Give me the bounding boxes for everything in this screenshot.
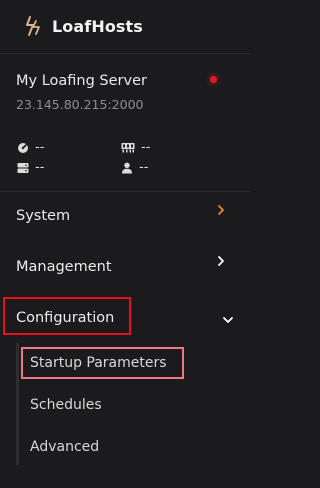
divider: [0, 53, 251, 54]
stat-memory: --: [121, 140, 150, 155]
startup-parameters-highlight-box: [21, 347, 184, 379]
nav-item-system[interactable]: System: [16, 208, 70, 224]
brand[interactable]: LoafHosts: [24, 12, 143, 40]
brand-name: LoafHosts: [52, 16, 143, 36]
bolt-logo-icon: [24, 15, 46, 37]
subnav-rail: [16, 343, 19, 465]
stat-players: --: [121, 160, 148, 175]
nav-item-management[interactable]: Management: [16, 259, 112, 275]
stat-cpu: --: [17, 140, 44, 155]
storage-icon: [17, 162, 29, 174]
stat-cpu-value: --: [35, 140, 45, 155]
stat-memory-value: --: [141, 140, 151, 155]
subnav-item-advanced[interactable]: Advanced: [30, 439, 99, 455]
subnav-item-schedules[interactable]: Schedules: [30, 397, 102, 413]
server-name: My Loafing Server: [16, 73, 147, 89]
user-icon: [121, 162, 133, 174]
memory-icon: [121, 142, 135, 153]
stat-storage: --: [17, 160, 44, 175]
divider: [0, 191, 251, 192]
server-address[interactable]: 23.145.80.215:2000: [16, 97, 143, 112]
chevron-right-icon[interactable]: [214, 203, 228, 217]
server-status-dot: [210, 76, 217, 83]
chevron-down-icon[interactable]: [221, 313, 235, 327]
chevron-right-icon[interactable]: [214, 254, 228, 268]
gauge-icon: [17, 142, 29, 154]
stat-storage-value: --: [35, 160, 45, 175]
configuration-highlight-box: [3, 297, 131, 335]
sidebar: LoafHosts My Loafing Server 23.145.80.21…: [0, 0, 251, 488]
stat-players-value: --: [139, 160, 149, 175]
